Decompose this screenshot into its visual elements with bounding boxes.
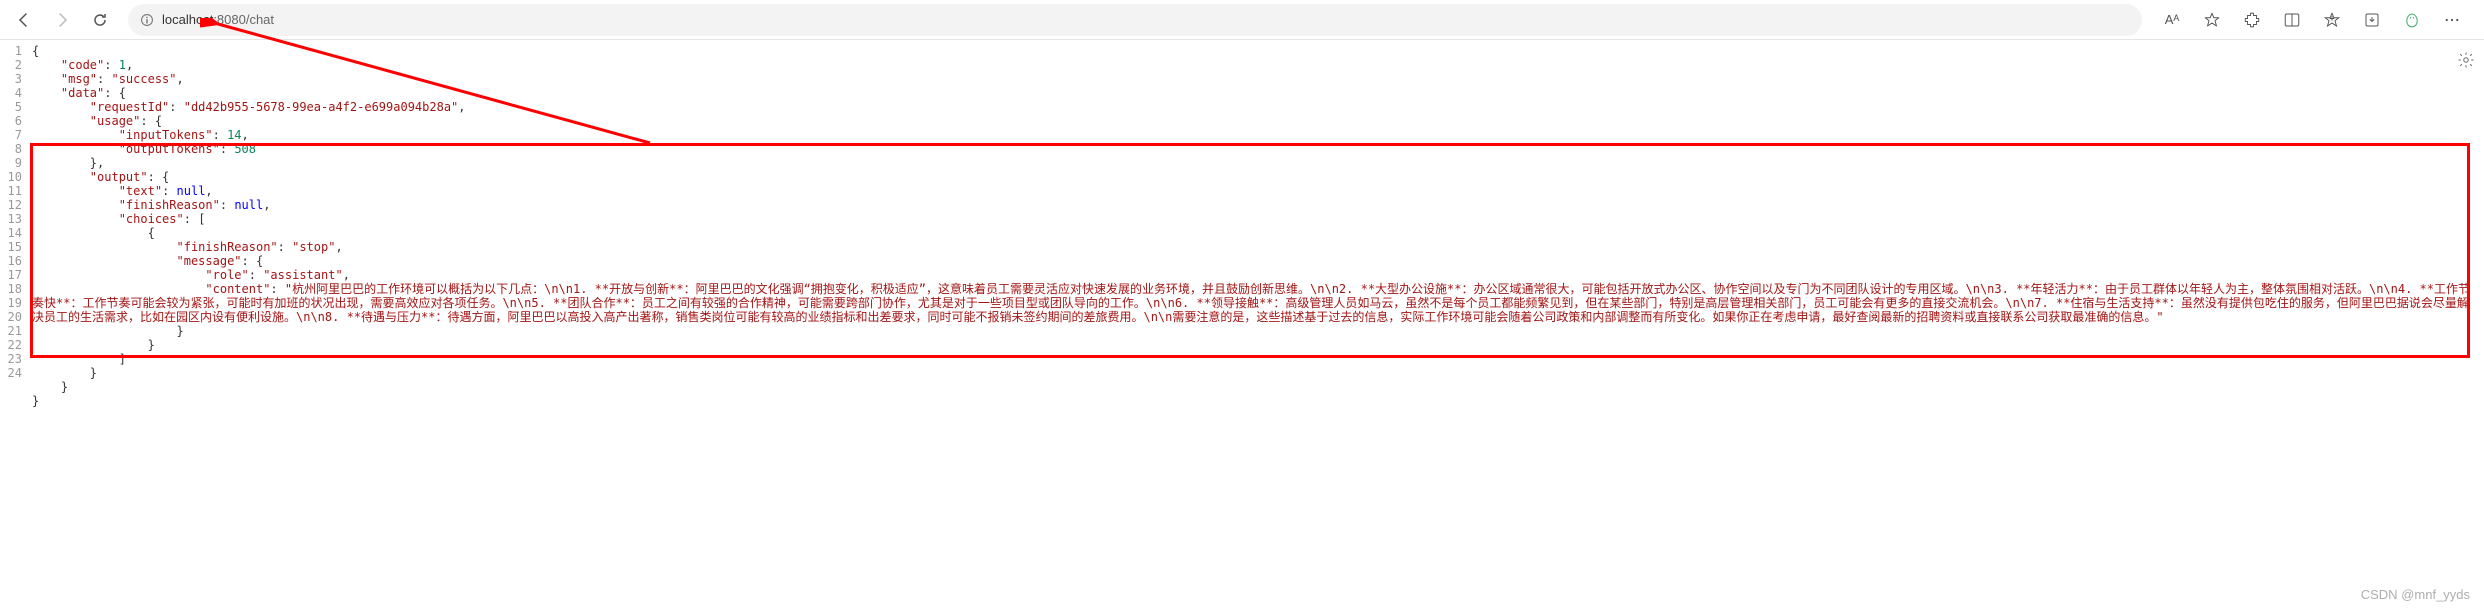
extension-button[interactable] [2234, 4, 2270, 36]
more-button[interactable] [2434, 4, 2470, 36]
read-aloud-button[interactable]: Aᴬ [2154, 4, 2190, 36]
refresh-button[interactable] [84, 4, 116, 36]
address-bar[interactable]: localhost:8080/chat [128, 4, 2142, 36]
toolbar-right: Aᴬ [2154, 4, 2476, 36]
line-number-gutter: 123456789101112131415161718192021222324 [0, 44, 28, 380]
split-screen-button[interactable] [2274, 4, 2310, 36]
forward-button[interactable] [46, 4, 78, 36]
back-button[interactable] [8, 4, 40, 36]
url-text: localhost:8080/chat [162, 12, 274, 27]
watermark: CSDN @mnf_yyds [2361, 587, 2470, 602]
browser-toolbar: localhost:8080/chat Aᴬ [0, 0, 2484, 40]
json-viewer: { "code": 1, "msg": "success", "data": {… [32, 44, 2484, 408]
downloads-button[interactable] [2354, 4, 2390, 36]
info-icon [140, 13, 154, 27]
collections-button[interactable] [2314, 4, 2350, 36]
favorite-button[interactable] [2194, 4, 2230, 36]
url-host: localhost [162, 12, 213, 27]
url-path: :8080/chat [213, 12, 274, 27]
page-content: 123456789101112131415161718192021222324 … [0, 40, 2484, 408]
qr-button[interactable] [2394, 4, 2430, 36]
